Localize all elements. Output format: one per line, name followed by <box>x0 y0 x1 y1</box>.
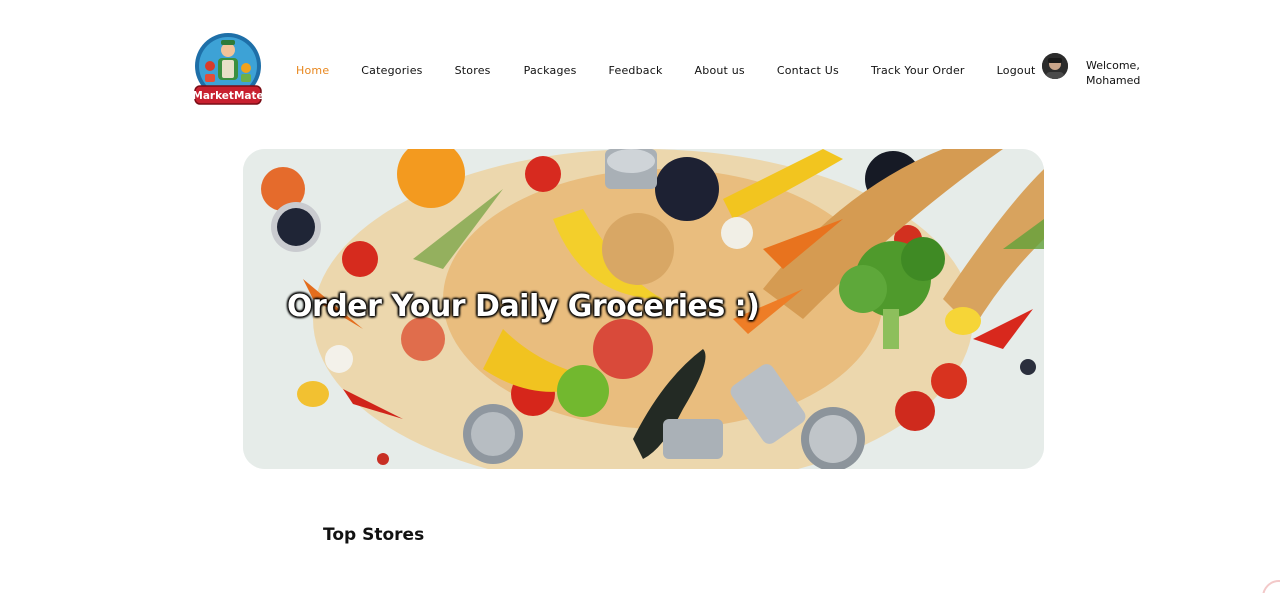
nav-home[interactable]: Home <box>296 64 329 77</box>
main-nav: Home Categories Stores Packages Feedback… <box>296 60 1036 80</box>
page: MarketMate Home Categories Stores Packag… <box>0 0 1280 593</box>
nav-about-us[interactable]: About us <box>695 64 745 77</box>
nav-categories[interactable]: Categories <box>361 64 422 77</box>
welcome-user-name: Mohamed <box>1086 74 1141 87</box>
hero-banner: Order Your Daily Groceries :) <box>243 149 1044 469</box>
nav-stores[interactable]: Stores <box>455 64 491 77</box>
nav-packages[interactable]: Packages <box>524 64 577 77</box>
welcome-greeting: Welcome, <box>1086 59 1140 72</box>
nav-feedback[interactable]: Feedback <box>609 64 663 77</box>
nav-contact-us[interactable]: Contact Us <box>777 64 839 77</box>
floating-chat-button[interactable] <box>1262 580 1280 593</box>
hero-title: Order Your Daily Groceries :) <box>287 289 760 324</box>
logo-text: MarketMate <box>193 90 263 102</box>
avatar[interactable] <box>1042 53 1068 79</box>
nav-logout[interactable]: Logout <box>997 64 1036 77</box>
welcome-message: Welcome, Mohamed <box>1086 58 1140 88</box>
top-stores-heading: Top Stores <box>323 525 425 545</box>
marketmate-logo[interactable]: MarketMate <box>192 30 264 108</box>
nav-track-order[interactable]: Track Your Order <box>871 64 965 77</box>
